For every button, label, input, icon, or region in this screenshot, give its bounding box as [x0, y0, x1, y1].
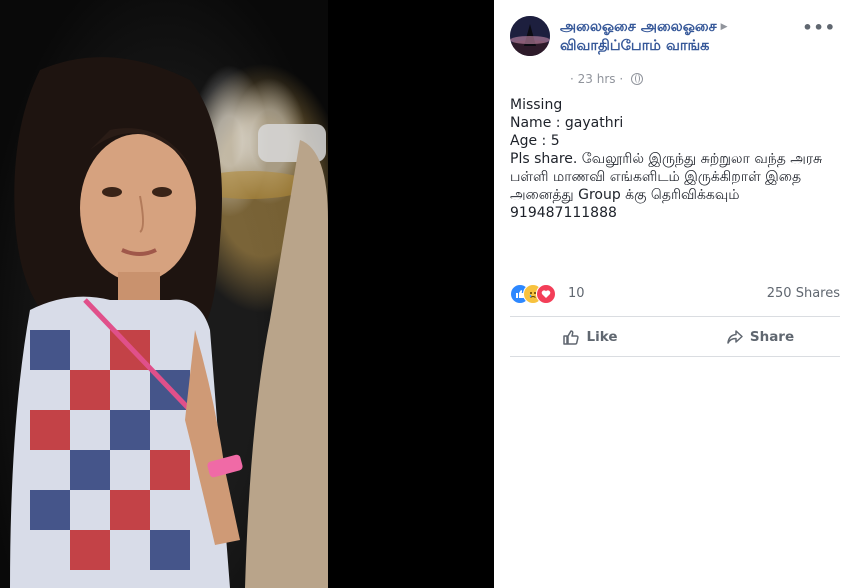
like-label[interactable]: Like: [586, 329, 617, 345]
post-line: Missing: [510, 97, 563, 113]
like-button[interactable]: Like: [510, 322, 670, 352]
post-line: Name : gayathri: [510, 115, 624, 131]
photo-viewer: [0, 0, 494, 588]
author-name-primary[interactable]: அலைஓசை அலைஓசை: [560, 19, 717, 35]
page-avatar[interactable]: [510, 16, 550, 56]
share-label[interactable]: Share: [750, 329, 794, 345]
post-message: Missing Name : gayathri Age : 5 Pls shar…: [510, 96, 840, 222]
share-count[interactable]: 250 Shares: [767, 286, 840, 301]
share-arrow-icon: [727, 330, 743, 344]
post-meta: · 23 hrs ·: [570, 72, 643, 86]
divider: [510, 316, 840, 317]
globe-icon[interactable]: [630, 73, 643, 85]
post-line: 919487111888: [510, 205, 617, 221]
caret-right-icon: ▶: [720, 22, 728, 32]
post-stats: 10 250 Shares: [510, 284, 840, 306]
reaction-count[interactable]: 10: [568, 286, 585, 301]
post-line: Pls share. வேலூரில் இருந்து சுற்றுலா வந்…: [510, 151, 827, 203]
love-icon[interactable]: [536, 284, 556, 304]
post-actions: Like Share: [510, 322, 840, 352]
share-button[interactable]: Share: [680, 322, 840, 352]
post-panel: அலைஓசை அலைஓசை ▶ விவாதிப்போம் வாங்க ••• · …: [494, 0, 854, 588]
post-header: அலைஓசை அலைஓசை ▶ விவாதிப்போம் வாங்க ••• · …: [510, 16, 840, 86]
post-line: Age : 5: [510, 133, 560, 149]
divider: [510, 356, 840, 357]
author-name-secondary[interactable]: விவாதிப்போம் வாங்க: [560, 38, 709, 54]
author-name[interactable]: அலைஓசை அலைஓசை ▶ விவாதிப்போம் வாங்க: [560, 18, 770, 56]
thumbs-up-icon: [563, 330, 580, 345]
post-timestamp[interactable]: 23 hrs: [578, 72, 616, 86]
post-photo[interactable]: [0, 0, 328, 588]
more-options-button[interactable]: •••: [802, 18, 836, 37]
